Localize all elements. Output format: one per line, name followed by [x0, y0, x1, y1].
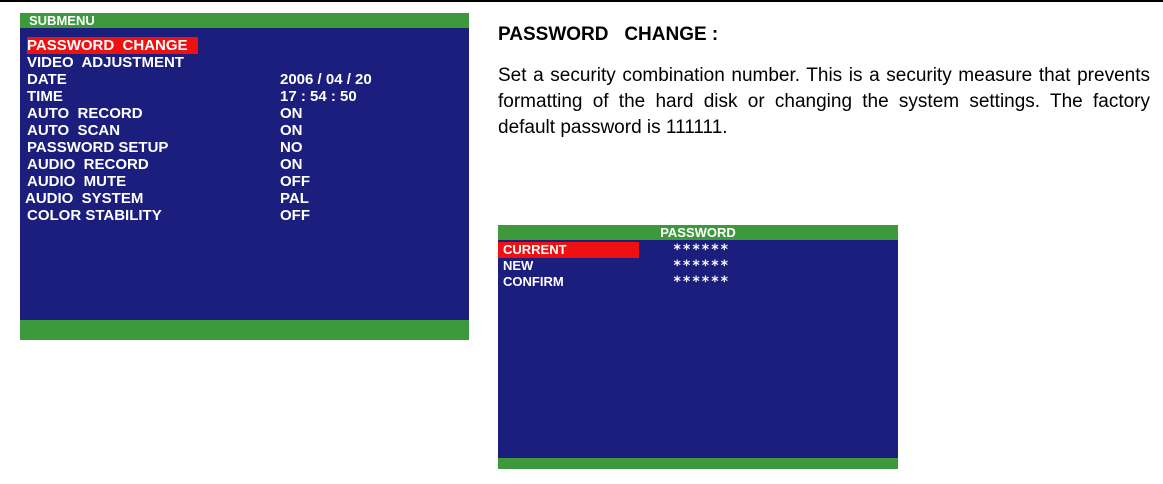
password-row-new[interactable]: NEW ******: [498, 258, 898, 274]
menu-item-label: TIME: [27, 88, 63, 105]
menu-item-value: ON: [280, 105, 303, 122]
password-screen: PASSWORD CURRENT ****** NEW ****** CONFI…: [498, 225, 898, 469]
menu-item-label: PASSWORD SETUP: [27, 139, 169, 156]
password-row-label: CURRENT: [498, 242, 639, 258]
menu-item-value: NO: [280, 139, 303, 156]
password-field-new[interactable]: ******: [673, 258, 730, 274]
menu-item-label: DATE: [27, 71, 67, 88]
menu-item-value: ON: [280, 156, 303, 173]
menu-item-label: COLOR STABILITY: [27, 207, 162, 224]
menu-item-auto-record[interactable]: AUTO RECORD ON: [20, 105, 469, 122]
top-divider: [0, 0, 1163, 2]
password-footer-bar: [498, 458, 898, 469]
password-field-confirm[interactable]: ******: [673, 274, 730, 290]
menu-item-time[interactable]: TIME 17 : 54 : 50: [20, 88, 469, 105]
menu-item-audio-record[interactable]: AUDIO RECORD ON: [20, 156, 469, 173]
menu-item-video-adjustment[interactable]: VIDEO ADJUSTMENT: [20, 54, 469, 71]
menu-item-password-change[interactable]: PASSWORD CHANGE: [20, 37, 469, 54]
menu-item-label: AUDIO MUTE: [27, 173, 127, 190]
menu-item-label: AUTO SCAN: [27, 122, 121, 139]
submenu-title: SUBMENU: [20, 13, 469, 28]
section-title: PASSWORD CHANGE :: [498, 24, 719, 45]
menu-item-auto-scan[interactable]: AUTO SCAN ON: [20, 122, 469, 139]
password-title: PASSWORD: [498, 225, 898, 240]
section-description: Set a security combination number. This …: [498, 65, 1150, 138]
password-row-label: NEW: [503, 258, 534, 273]
menu-item-audio-mute[interactable]: AUDIO MUTE OFF: [20, 173, 469, 190]
menu-item-label: VIDEO ADJUSTMENT: [27, 54, 184, 71]
menu-item-password-setup[interactable]: PASSWORD SETUP NO: [20, 139, 469, 156]
menu-item-value: PAL: [280, 190, 309, 207]
submenu-footer-bar: [20, 320, 469, 340]
password-row-confirm[interactable]: CONFIRM ******: [498, 274, 898, 290]
menu-item-value: 17 : 54 : 50: [280, 88, 357, 105]
menu-item-label: AUTO RECORD: [27, 105, 143, 122]
menu-item-label: AUDIO RECORD: [27, 156, 149, 173]
menu-item-audio-system[interactable]: AUDIO SYSTEM PAL: [20, 190, 469, 207]
menu-item-value: 2006 / 04 / 20: [280, 71, 372, 88]
password-row-current[interactable]: CURRENT ******: [498, 242, 898, 258]
submenu-screen: SUBMENU PASSWORD CHANGE VIDEO ADJUSTMENT…: [20, 13, 469, 340]
menu-item-label: AUDIO SYSTEM: [25, 190, 144, 207]
menu-item-value: OFF: [280, 173, 310, 190]
menu-item-color-stability[interactable]: COLOR STABILITY OFF: [20, 207, 469, 224]
menu-item-label: PASSWORD CHANGE: [27, 37, 198, 54]
password-row-label: CONFIRM: [503, 274, 564, 289]
menu-item-value: OFF: [280, 207, 310, 224]
menu-item-date[interactable]: DATE 2006 / 04 / 20: [20, 71, 469, 88]
password-field-current[interactable]: ******: [673, 242, 730, 258]
menu-item-value: ON: [280, 122, 303, 139]
submenu-list: PASSWORD CHANGE VIDEO ADJUSTMENT DATE 20…: [20, 37, 469, 224]
